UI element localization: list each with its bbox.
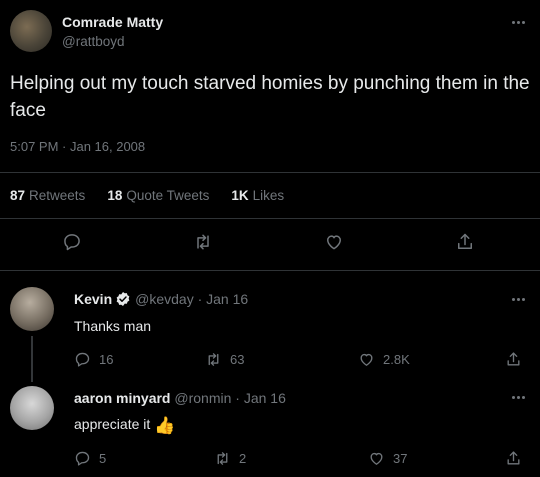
reply-text: appreciate it [74,416,151,432]
tweet-text: Helping out my touch starved homies by p… [10,73,530,121]
reply-count: 5 [99,451,107,466]
likes-stat[interactable]: 1K Likes [231,188,284,203]
reply-author-name[interactable]: aaron minyard [74,390,170,406]
reply-avatar[interactable] [10,287,54,331]
more-options-icon[interactable] [510,15,526,29]
reply-author-handle[interactable]: @ronmin [174,390,231,406]
share-button[interactable] [505,450,522,467]
thumbs-up-emoji: 👍 [154,416,176,435]
retweet-count: 63 [230,352,245,367]
like-icon [370,452,383,465]
like-icon [360,353,373,366]
author-avatar[interactable] [10,10,52,52]
author-name[interactable]: Comrade Matty [62,14,163,30]
retweet-button[interactable]: 63 [205,351,244,368]
like-button[interactable]: 2.8K [358,351,410,368]
reply-count: 16 [99,352,114,367]
share-icon [507,352,520,366]
retweets-count: 87 [10,188,26,203]
reply-button[interactable]: 5 [74,450,106,467]
reply-header: Kevin @kevday · Jan 16 [74,291,248,307]
thread-line [31,336,33,382]
reply-text: Thanks man [74,318,152,334]
share-icon[interactable] [455,232,475,252]
reply-author-name[interactable]: Kevin [74,291,112,307]
quotes-count: 18 [107,188,123,203]
retweets-label: Retweets [29,188,86,203]
more-options-icon[interactable] [510,390,526,404]
like-button[interactable]: 37 [368,450,407,467]
divider [0,270,540,271]
like-count: 37 [393,451,408,466]
reply-date[interactable]: · Jan 16 [198,291,249,307]
author-handle[interactable]: @rattboyd [62,34,124,49]
quotes-label: Quote Tweets [126,188,210,203]
retweet-icon[interactable] [193,232,213,252]
share-icon [507,451,520,465]
reply-date[interactable]: · Jan 16 [235,390,286,406]
reply-button[interactable]: 16 [74,351,113,368]
like-count: 2.8K [383,352,410,367]
reply-icon[interactable] [62,232,82,252]
divider [0,218,540,219]
tweet-timestamp[interactable]: 5:07 PM · Jan 16, 2008 [10,139,145,154]
retweets-stat[interactable]: 87 Retweets [10,188,85,203]
retweet-count: 2 [239,451,247,466]
reply-header: aaron minyard @ronmin · Jan 16 [74,390,286,406]
more-options-icon[interactable] [510,292,526,306]
reply-author-handle[interactable]: @kevday [135,291,194,307]
share-button[interactable] [505,351,522,368]
retweet-icon [208,353,219,366]
reply-icon [75,451,90,466]
reply-text-container: appreciate it 👍 [74,416,175,436]
likes-count: 1K [231,188,249,203]
retweet-icon [217,452,228,465]
quote-tweets-stat[interactable]: 18 Quote Tweets [107,188,209,203]
reply-icon [75,352,90,367]
verified-badge-icon [116,292,130,306]
retweet-button[interactable]: 2 [214,450,246,467]
divider [0,172,540,173]
like-icon[interactable] [324,232,344,252]
likes-label: Likes [252,188,285,203]
tweet-stats: 87 Retweets 18 Quote Tweets 1K Likes [10,188,284,203]
reply-avatar[interactable] [10,386,54,430]
